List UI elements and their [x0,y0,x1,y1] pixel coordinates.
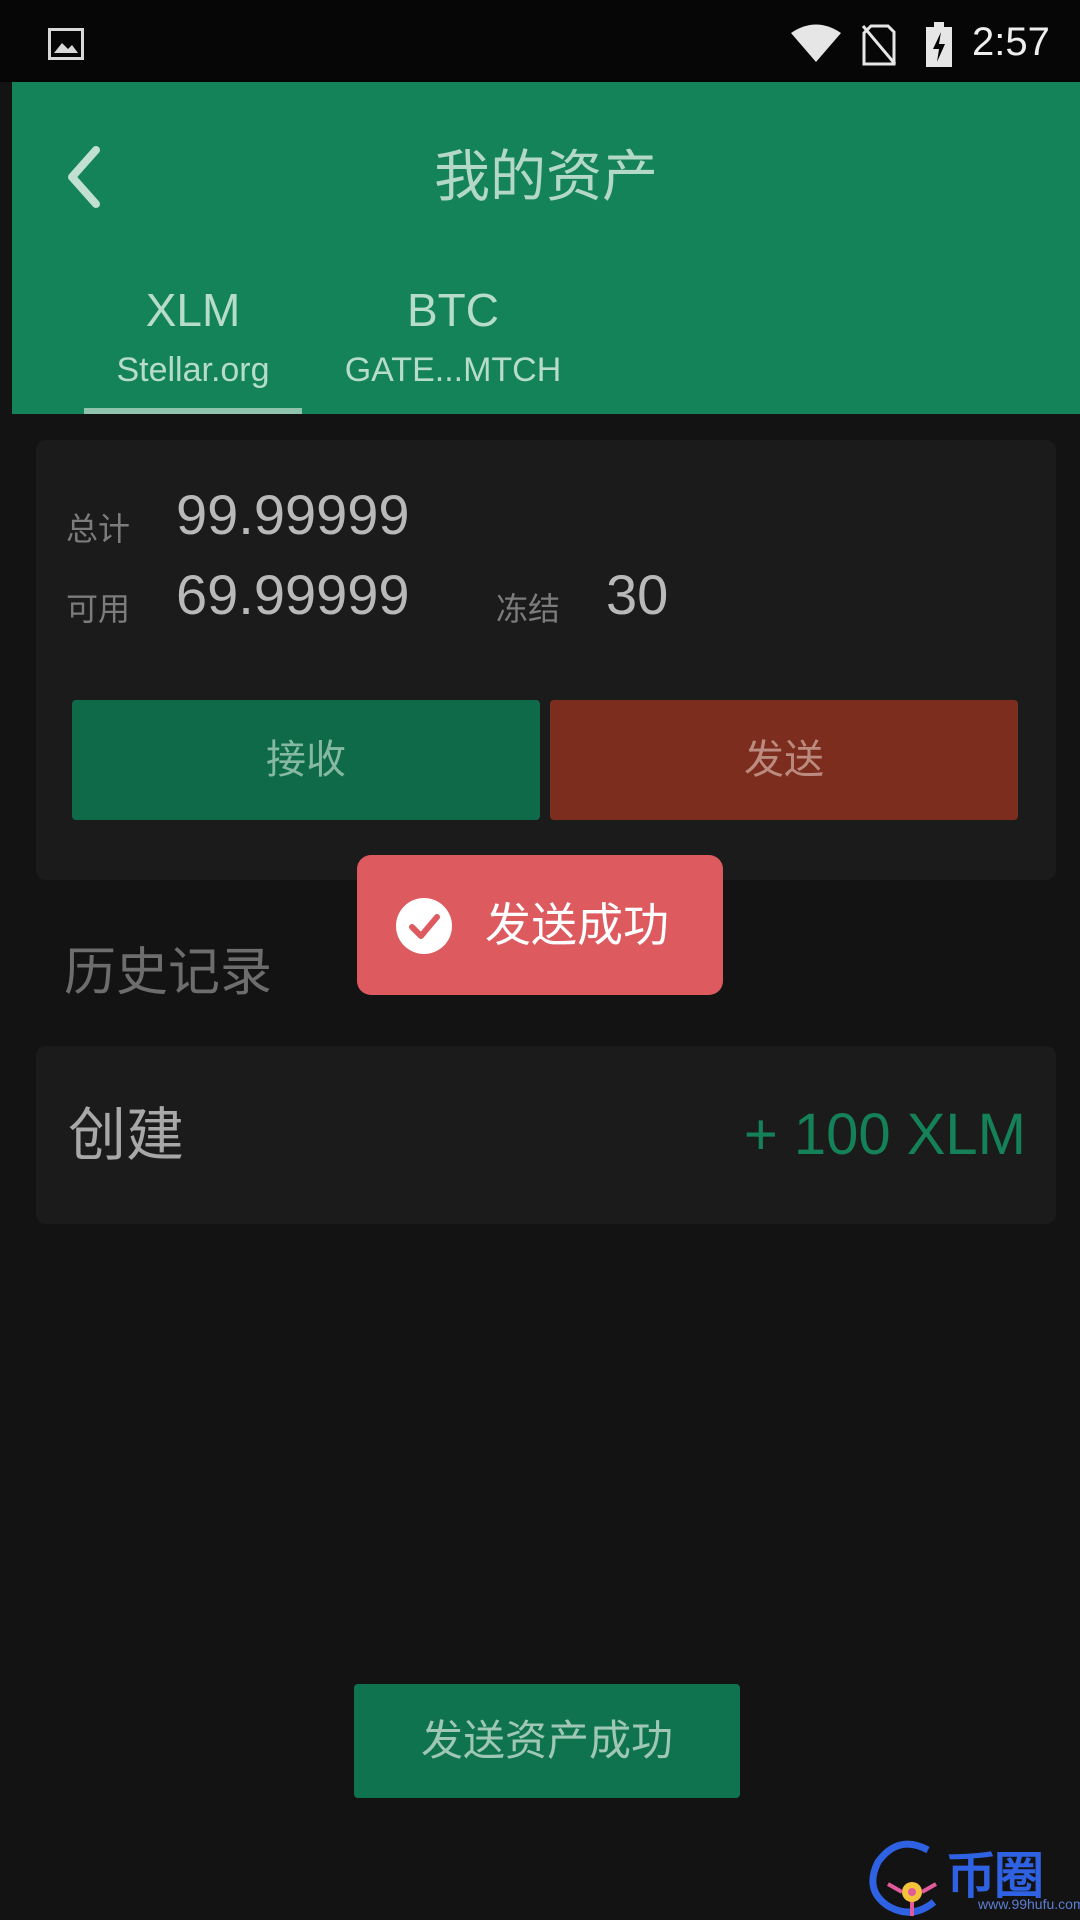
balance-card: 总计 99.99999 可用 69.99999 冻结 30 接收 发送 [36,440,1056,880]
available-label: 可用 [66,590,131,628]
tab-issuer: Stellar.org [116,351,270,389]
frozen-value: 30 [606,563,669,626]
tab-code: BTC [407,284,499,336]
success-toast: 发送成功 [357,855,723,995]
frozen-label: 冻结 [496,590,561,628]
check-circle-icon [396,898,452,954]
history-list-item[interactable]: 创建 + 100 XLM [36,1046,1056,1224]
app-header: 我的资产 XLM Stellar.org BTC GATE...MTCH [12,82,1080,414]
tab-issuer: GATE...MTCH [344,351,562,389]
watermark-domain: www.99hufu.com [978,1896,1080,1912]
toast-message: 发送成功 [485,898,669,952]
send-button[interactable]: 发送 [550,700,1018,820]
no-sim-icon [862,24,896,66]
history-item-amount: + 100 XLM [743,1102,1026,1167]
total-label: 总计 [66,510,131,548]
gallery-icon [48,28,84,60]
watermark-logo-icon [869,1840,937,1916]
tab-indicator [84,408,302,414]
page-title: 我的资产 [434,145,658,210]
status-bar: 2:57 [0,0,1080,82]
status-clock: 2:57 [972,20,1050,64]
history-item-type: 创建 [68,1101,185,1169]
history-title: 历史记录 [64,943,273,1003]
tab-xlm[interactable]: XLM Stellar.org [84,282,302,414]
wifi-icon [791,24,841,62]
total-value: 99.99999 [176,483,410,546]
receive-button[interactable]: 接收 [72,700,540,820]
available-value: 69.99999 [176,563,410,626]
send-asset-success-button[interactable]: 发送资产成功 [354,1684,740,1798]
watermark: 币圈子 www.99hufu.com [868,1836,1080,1920]
battery-charging-icon [926,22,952,67]
tab-btc[interactable]: BTC GATE...MTCH [326,282,580,414]
tab-code: XLM [145,284,241,336]
screen: 2:57 我的资产 XLM Stellar.org BTC GATE...MTC… [0,0,1080,1920]
